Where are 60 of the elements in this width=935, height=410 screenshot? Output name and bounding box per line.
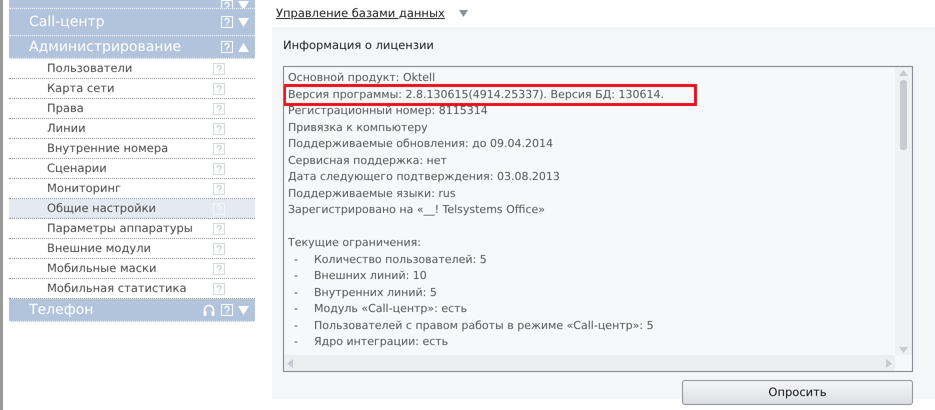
text-line: Дата следующего подтверждения: 03.08.2013 (288, 169, 560, 186)
help-icon[interactable] (213, 242, 225, 254)
sidebar-item[interactable]: Пользователи (9, 59, 255, 79)
help-icon[interactable] (213, 142, 225, 154)
text-line: Основной продукт: Oktell (288, 70, 436, 86)
help-icon[interactable] (213, 282, 225, 294)
vertical-scrollbar[interactable] (895, 67, 912, 356)
scroll-up-icon[interactable] (899, 70, 908, 76)
bullet-marker: - (294, 318, 299, 334)
sidebar-item[interactable]: Карта сети (9, 79, 255, 99)
text-line: Привязка к компьютеру (288, 120, 428, 136)
help-icon[interactable] (213, 222, 225, 234)
headset-icon[interactable] (203, 304, 215, 316)
text-line: Внешних линий: 10 (314, 268, 427, 284)
breadcrumb-link[interactable]: Управление базами данных (276, 4, 445, 22)
text-line: Поддерживаемые языки: rus (288, 186, 456, 202)
text-line: Зарегистрировано на «__! Telsystems Office» (288, 202, 545, 218)
text-line: Внутренних линий: 5 (314, 284, 437, 301)
sidebar-item[interactable]: Мобильные маски (9, 259, 255, 279)
bullet-marker: - (294, 268, 299, 284)
sidebar-item[interactable]: Права (9, 99, 255, 119)
panel-title: Информация о лицензии (283, 37, 434, 54)
sidebar-item[interactable]: Внутренние номера (9, 139, 255, 159)
text-line: Текущие ограничения: (288, 235, 421, 252)
text-line: Поддерживаемые обновления: до 09.04.2014 (288, 136, 553, 152)
help-icon[interactable] (213, 162, 225, 174)
query-button[interactable]: Опросить (682, 380, 913, 406)
scroll-left-icon[interactable] (286, 358, 293, 368)
bullet-marker: - (294, 334, 299, 350)
help-icon[interactable] (213, 122, 225, 134)
bullet-marker: - (294, 252, 299, 268)
text-line: Регистрационный номер: 8115314 (288, 103, 488, 120)
sidebar-item[interactable]: Параметры аппаратуры (9, 219, 255, 239)
help-icon[interactable] (213, 182, 225, 194)
scroll-down-icon[interactable] (899, 346, 908, 352)
help-icon[interactable] (213, 62, 225, 74)
help-icon[interactable] (213, 82, 225, 94)
caret-icon[interactable] (458, 10, 468, 17)
sidebar-item[interactable]: Внешние модули (9, 239, 255, 259)
sidebar-item[interactable]: Сценарии (9, 159, 255, 179)
text-line: Сервисная поддержка: нет (288, 152, 447, 169)
highlighted-text-line: Версия программы: 2.8.130615(4914.25337). Версия БД: 130614. (286, 86, 694, 103)
help-icon[interactable] (213, 102, 225, 114)
expand-arrow-icon[interactable] (238, 18, 249, 26)
bullet-marker: - (294, 301, 299, 318)
scroll-right-icon[interactable] (886, 358, 892, 368)
scrollbar-thumb[interactable] (900, 80, 907, 150)
horizontal-scrollbar[interactable] (284, 355, 895, 372)
expand-arrow-icon[interactable] (238, 1, 249, 8)
expand-arrow-icon[interactable] (238, 306, 249, 314)
sidebar-item[interactable]: Общие настройки (9, 199, 255, 219)
help-icon[interactable] (213, 262, 225, 274)
text-line: Ядро интеграции: есть (314, 334, 448, 350)
bullet-marker: - (294, 284, 299, 301)
text-line: Пользователей с правом работы в режиме «Call-центр»: 5 (314, 318, 654, 334)
text-area[interactable] (283, 66, 913, 372)
collapse-arrow-icon[interactable] (238, 42, 249, 52)
text-line: Количество пользователей: 5 (314, 252, 487, 268)
text-line: Модуль «Call-центр»: есть (314, 301, 468, 318)
sidebar-item[interactable]: Линии (9, 119, 255, 139)
